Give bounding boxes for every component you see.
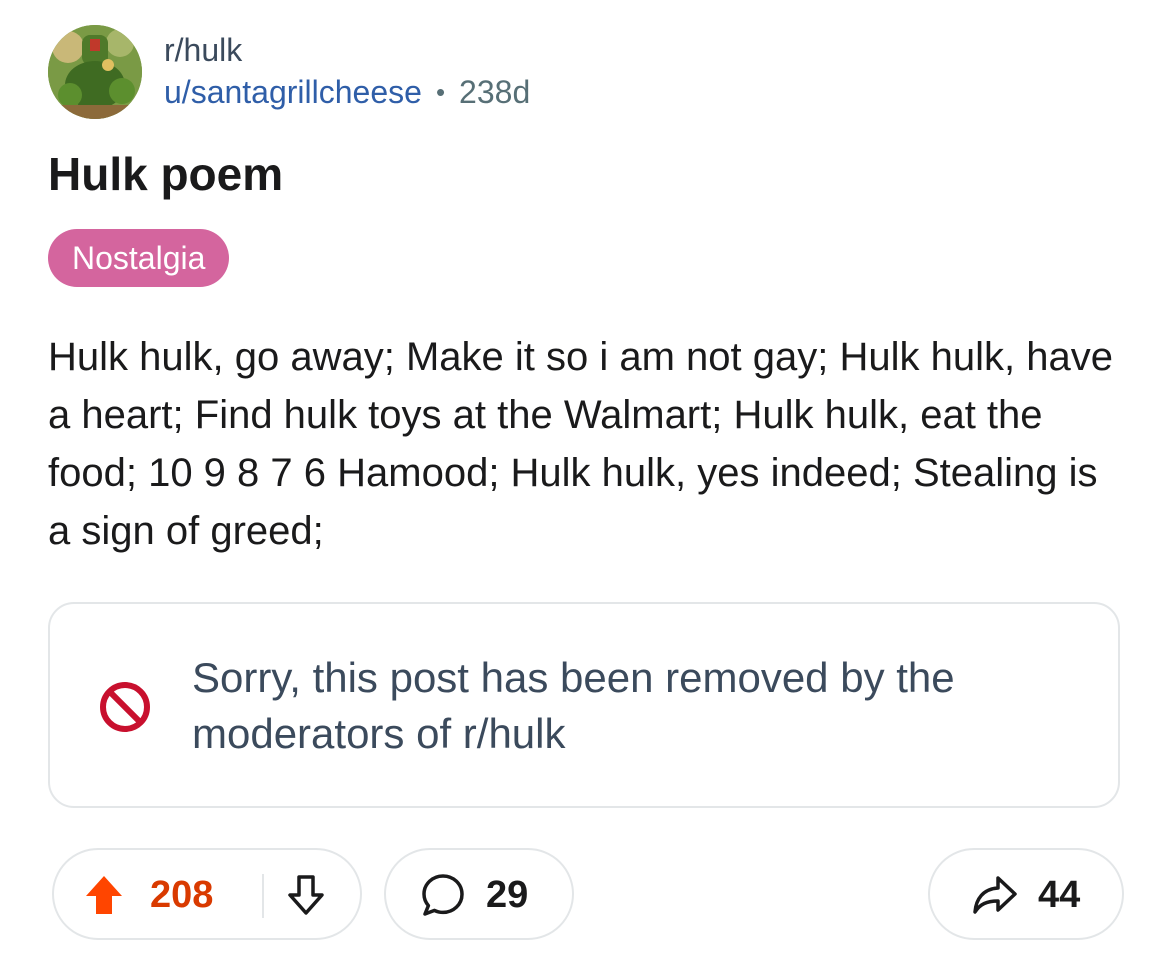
post-actions-bar: 208 29 44 [52,848,1124,944]
author-username[interactable]: u/santagrillcheese [164,70,422,114]
share-button[interactable]: 44 [928,848,1124,940]
separator-dot: • [435,77,446,107]
post-byline: u/santagrillcheese • 238d [164,70,530,114]
post-flair[interactable]: Nostalgia [48,229,230,287]
upvote-count: 208 [150,874,214,916]
removed-notice-text: Sorry, this post has been removed by the… [192,654,955,757]
post-header: r/hulk u/santagrillcheese • 238d [48,22,530,122]
subreddit-name[interactable]: r/hulk [164,30,530,70]
downvote-arrow-icon[interactable] [286,874,326,916]
share-arrow-icon [973,876,1017,914]
upvote-arrow-icon[interactable] [84,874,124,916]
prohibited-icon [100,682,150,732]
comments-button[interactable]: 29 [384,848,574,940]
comment-count: 29 [486,874,529,916]
vote-control: 208 [52,848,362,940]
vote-divider [262,874,264,918]
comment-bubble-icon [422,874,464,916]
post-body: Hulk hulk, go away; Make it so i am not … [48,335,1113,553]
removed-notice: Sorry, this post has been removed by the… [48,602,1120,808]
post-age: 238d [459,74,531,110]
subreddit-avatar[interactable] [48,25,142,119]
share-count: 44 [1038,874,1081,916]
post-title: Hulk poem [48,148,284,200]
